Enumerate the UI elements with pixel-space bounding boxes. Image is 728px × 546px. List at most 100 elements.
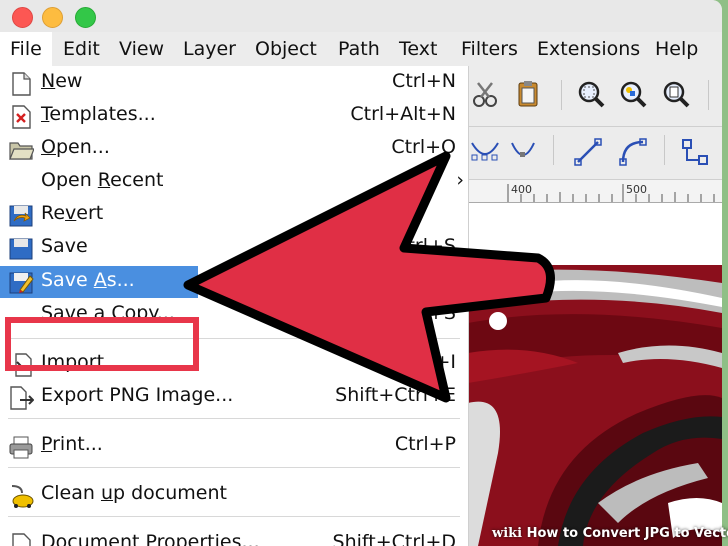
menu-item-shortcut: Ctrl+O: [391, 136, 456, 158]
menu-item-label-rest: Save: [41, 269, 94, 291]
node-symmetric-icon[interactable]: [508, 137, 538, 167]
mnemonic: N: [41, 70, 56, 92]
mnemonic: A: [93, 269, 107, 291]
menu-extensions[interactable]: Extensions: [537, 38, 640, 60]
vacuum-cleaner-icon: [11, 485, 34, 508]
menu-file[interactable]: File: [0, 32, 52, 66]
revert-icon: [9, 205, 33, 227]
menu-item-label: Save: [41, 235, 88, 257]
menu-item-label-rest: rint...: [52, 433, 103, 455]
menu-item-shortcut: Ctrl+Alt+N: [350, 103, 456, 125]
mnemonic: O: [41, 136, 56, 158]
menu-item-label: Clean up document: [41, 482, 227, 504]
toolbar-separator: [553, 135, 554, 165]
toolbar-separator: [664, 135, 665, 165]
menu-separator: [8, 418, 460, 419]
menu-view[interactable]: View: [119, 38, 164, 60]
menu-item-label-rest: ert: [76, 202, 104, 224]
export-icon: [10, 386, 34, 410]
menu-item-new[interactable]: New Ctrl+N: [0, 67, 468, 99]
submenu-arrow-icon: ›: [456, 169, 464, 191]
app-window: File Edit View Layer Object Path Text Fi…: [0, 0, 722, 546]
file-menu-dropdown: New Ctrl+N Templates... Ctrl+Alt+N Open.…: [0, 66, 469, 546]
segment-line-icon[interactable]: [573, 137, 603, 167]
paste-icon[interactable]: [513, 79, 543, 109]
watermark-text: How to Convert JPG to Vector: [526, 526, 728, 541]
watermark-brand: wiki: [492, 526, 523, 541]
menu-item-label: New: [41, 70, 82, 92]
menu-text[interactable]: Text: [399, 38, 437, 60]
menu-item-print[interactable]: Print... Ctrl+P: [0, 430, 468, 462]
menu-edit[interactable]: Edit: [63, 38, 100, 60]
zoom-drawing-icon[interactable]: [618, 79, 648, 109]
segment-curve-icon[interactable]: [618, 137, 648, 167]
menu-item-clean-up-document[interactable]: Clean up document: [0, 479, 468, 511]
menu-item-label-rest: Clean: [41, 482, 101, 504]
menu-item-save-as[interactable]: Save As...: [0, 266, 198, 298]
menu-item-shortcut: Shift+Ctrl+D: [332, 531, 456, 546]
zoom-selection-icon[interactable]: [576, 79, 606, 109]
menu-item-label: Open Recent: [41, 169, 163, 191]
mnemonic: v: [65, 202, 77, 224]
menu-bar: File Edit View Layer Object Path Text Fi…: [0, 32, 722, 66]
car-vector-artwork: [468, 265, 722, 546]
mnemonic: u: [100, 482, 114, 504]
menu-item-document-properties[interactable]: Document Properties... Shift+Ctrl+D: [0, 528, 468, 546]
menu-item-label: Save As...: [41, 269, 135, 291]
node-smooth-icon[interactable]: [470, 137, 500, 167]
save-icon: [9, 238, 33, 260]
document-properties-icon: [12, 533, 31, 546]
menu-path[interactable]: Path: [338, 38, 380, 60]
templates-icon: [12, 105, 31, 129]
menu-item-label-rest: p document: [113, 482, 227, 504]
menu-layer[interactable]: Layer: [183, 38, 236, 60]
menu-item-label: Document Properties...: [41, 531, 260, 546]
menu-filters[interactable]: Filters: [461, 38, 518, 60]
menu-item-export-png[interactable]: Export PNG Image... Shift+Ctrl+E: [0, 381, 468, 413]
toolbar-separator: [561, 80, 562, 110]
title-bar: [0, 0, 722, 32]
open-folder-icon: [9, 142, 34, 160]
menu-separator: [8, 516, 460, 517]
menu-item-label-rest: ecent: [110, 169, 164, 191]
minimize-window-button[interactable]: [42, 7, 63, 28]
maximize-window-button[interactable]: [75, 7, 96, 28]
menu-item-shortcut: Ctrl+I: [400, 351, 456, 373]
mnemonic: P: [41, 433, 53, 455]
menu-item-label: Export PNG Image...: [41, 384, 234, 406]
menu-item-open-recent[interactable]: Open Recent ›: [0, 166, 468, 198]
menu-separator: [8, 467, 460, 468]
new-document-icon: [12, 72, 31, 96]
save-as-icon: [9, 272, 34, 294]
commands-toolbar: [468, 66, 722, 127]
drawing-canvas[interactable]: [468, 203, 722, 546]
object-to-path-icon[interactable]: [680, 137, 710, 167]
menu-item-label-rest: s...: [106, 269, 135, 291]
menu-item-label: Open...: [41, 136, 110, 158]
toolbar-separator: [708, 80, 709, 110]
menu-item-shortcut: Ctrl+P: [394, 433, 456, 455]
menu-item-label: Templates...: [41, 103, 156, 125]
zoom-page-icon[interactable]: [661, 79, 691, 109]
menu-item-shortcut: Shift+Ctrl+Alt+S: [293, 302, 456, 324]
watermark: wiki How to Convert JPG to Vector: [486, 526, 728, 546]
menu-help[interactable]: Help: [655, 38, 698, 60]
ruler-label: 400: [511, 183, 532, 196]
menu-item-label-rest: pen...: [55, 136, 110, 158]
scissors-icon[interactable]: [470, 79, 500, 109]
menu-item-revert[interactable]: Revert: [0, 199, 468, 231]
node-toolbar: [468, 127, 722, 180]
menu-object[interactable]: Object: [255, 38, 317, 60]
menu-item-label-rest: Open: [41, 169, 98, 191]
menu-item-open[interactable]: Open... Ctrl+O: [0, 133, 468, 165]
close-window-button[interactable]: [12, 7, 33, 28]
menu-item-templates[interactable]: Templates... Ctrl+Alt+N: [0, 100, 468, 132]
mnemonic: R: [97, 169, 111, 191]
menu-item-label-rest: ew: [55, 70, 83, 92]
horizontal-ruler[interactable]: 400 500: [468, 180, 722, 203]
save-as-highlight-box: [5, 317, 199, 371]
menu-item-shortcut: Shift+Ctrl+E: [335, 384, 456, 406]
menu-item-label: Print...: [41, 433, 103, 455]
menu-item-save[interactable]: Save Ctrl+S: [0, 232, 468, 264]
ruler-label: 500: [626, 183, 647, 196]
